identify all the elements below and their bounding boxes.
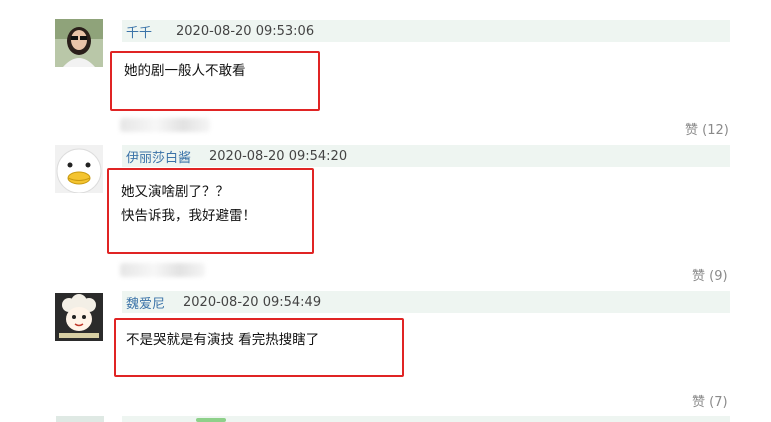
comment-body-highlighted: 不是哭就是有演技 看完热搜瞎了	[114, 318, 404, 377]
timestamp: 2020-08-20 09:54:20	[209, 148, 348, 164]
comment-meta: 魏爱尼 2020-08-20 09:54:49	[122, 291, 730, 313]
comment-text: 她的剧一般人不敢看	[124, 63, 246, 79]
comment-text-line: 她又演啥剧了？？	[121, 184, 229, 200]
comment-text-line: 快告诉我，我好避雷！	[121, 208, 256, 224]
timestamp: 2020-08-20 09:53:06	[176, 23, 315, 39]
woman-photo-avatar-icon	[55, 19, 103, 67]
username[interactable]: 魏爱尼	[126, 293, 165, 312]
timestamp: 2020-08-20 09:54:49	[183, 294, 322, 310]
comment-meta: 千千 2020-08-20 09:53:06	[122, 20, 730, 42]
sheep-cartoon-avatar-icon	[55, 293, 103, 341]
like-button[interactable]: 赞 (7)	[692, 391, 728, 410]
username[interactable]: 千千	[126, 22, 152, 41]
comment-meta: 伊丽莎白酱 2020-08-20 09:54:20	[122, 145, 730, 167]
comment-text: 不是哭就是有演技 看完热搜瞎了	[126, 332, 320, 348]
like-button[interactable]: 赞 (9)	[692, 265, 728, 284]
avatar-elizabeth[interactable]	[55, 145, 103, 193]
next-comment-avatar-edge	[56, 416, 104, 422]
duck-avatar-icon	[55, 145, 103, 193]
comment-body-highlighted: 她的剧一般人不敢看	[110, 51, 320, 111]
avatar-weiaini[interactable]	[55, 293, 103, 341]
username[interactable]: 伊丽莎白酱	[126, 147, 191, 166]
blurred-reply-text	[120, 263, 205, 277]
avatar-qianqian[interactable]	[55, 19, 103, 67]
next-comment-badge-edge	[196, 418, 226, 422]
comment-body-highlighted: 她又演啥剧了？？ 快告诉我，我好避雷！	[107, 168, 314, 254]
blurred-reply-text	[120, 118, 210, 132]
like-button[interactable]: 赞 (12)	[685, 119, 729, 138]
